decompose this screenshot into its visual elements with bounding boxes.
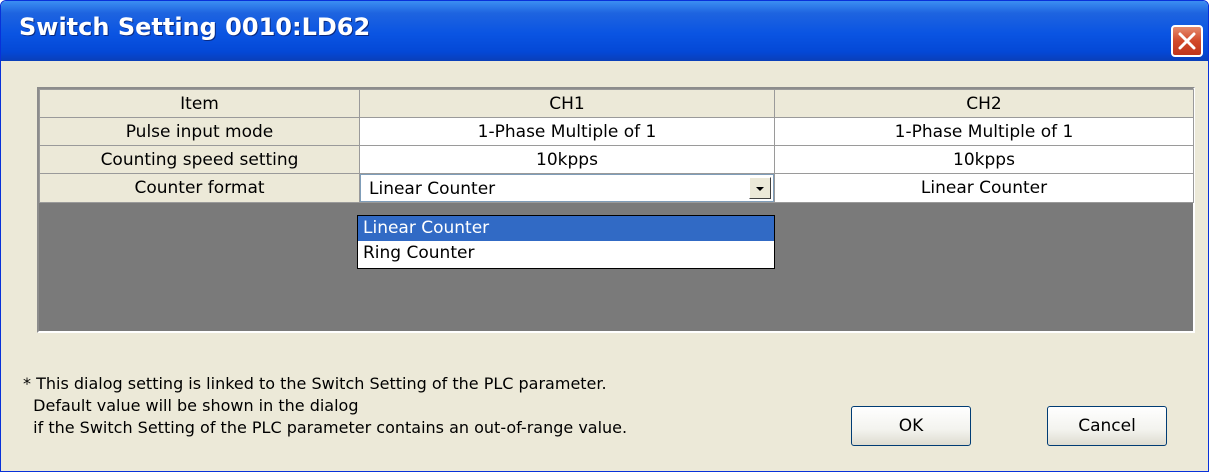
dialog-title: Switch Setting 0010:LD62 [19, 13, 371, 41]
table-row: Counting speed setting 10kpps 10kpps [39, 145, 1194, 174]
close-button[interactable] [1171, 25, 1203, 57]
note-line-2: Default value will be shown in the dialo… [23, 396, 359, 415]
cell-ch1-pulse-input-mode[interactable]: 1-Phase Multiple of 1 [359, 117, 775, 146]
close-icon [1178, 32, 1196, 50]
row-label-pulse-input-mode: Pulse input mode [39, 117, 360, 146]
switch-settings-grid: Item CH1 CH2 Pulse input mode 1-Phase Mu… [37, 87, 1195, 333]
cell-ch2-pulse-input-mode[interactable]: 1-Phase Multiple of 1 [774, 117, 1194, 146]
table-row: Counter format Linear Counter Linear Cou… [39, 173, 1194, 203]
title-bar[interactable]: Switch Setting 0010:LD62 [1, 1, 1208, 61]
table-header-row: Item CH1 CH2 [39, 89, 1194, 118]
table-row: Pulse input mode 1-Phase Multiple of 1 1… [39, 117, 1194, 146]
info-note: * This dialog setting is linked to the S… [23, 373, 627, 439]
row-label-counting-speed: Counting speed setting [39, 145, 360, 174]
cell-ch1-counting-speed[interactable]: 10kpps [359, 145, 775, 174]
cell-ch2-counting-speed[interactable]: 10kpps [774, 145, 1194, 174]
combobox-value: Linear Counter [369, 179, 496, 199]
ok-button[interactable]: OK [851, 406, 971, 446]
chevron-down-icon [756, 187, 764, 191]
row-label-counter-format: Counter format [39, 173, 360, 203]
switch-setting-dialog: Switch Setting 0010:LD62 Item CH1 CH2 Pu… [0, 0, 1209, 472]
dropdown-button[interactable] [749, 177, 771, 199]
dropdown-option-linear-counter[interactable]: Linear Counter [358, 216, 774, 241]
note-line-3: if the Switch Setting of the PLC paramet… [23, 418, 628, 437]
counter-format-dropdown-list: Linear Counter Ring Counter [357, 215, 775, 269]
cell-ch1-counter-format: Linear Counter [359, 173, 775, 203]
cell-ch2-counter-format[interactable]: Linear Counter [774, 173, 1194, 203]
cancel-button[interactable]: Cancel [1047, 406, 1167, 446]
column-header-ch1: CH1 [359, 89, 775, 118]
column-header-item: Item [39, 89, 360, 118]
note-line-1: * This dialog setting is linked to the S… [23, 374, 607, 393]
column-header-ch2: CH2 [774, 89, 1194, 118]
dropdown-option-ring-counter[interactable]: Ring Counter [358, 241, 774, 266]
counter-format-combobox[interactable]: Linear Counter [360, 174, 774, 202]
settings-table: Item CH1 CH2 Pulse input mode 1-Phase Mu… [39, 89, 1194, 203]
